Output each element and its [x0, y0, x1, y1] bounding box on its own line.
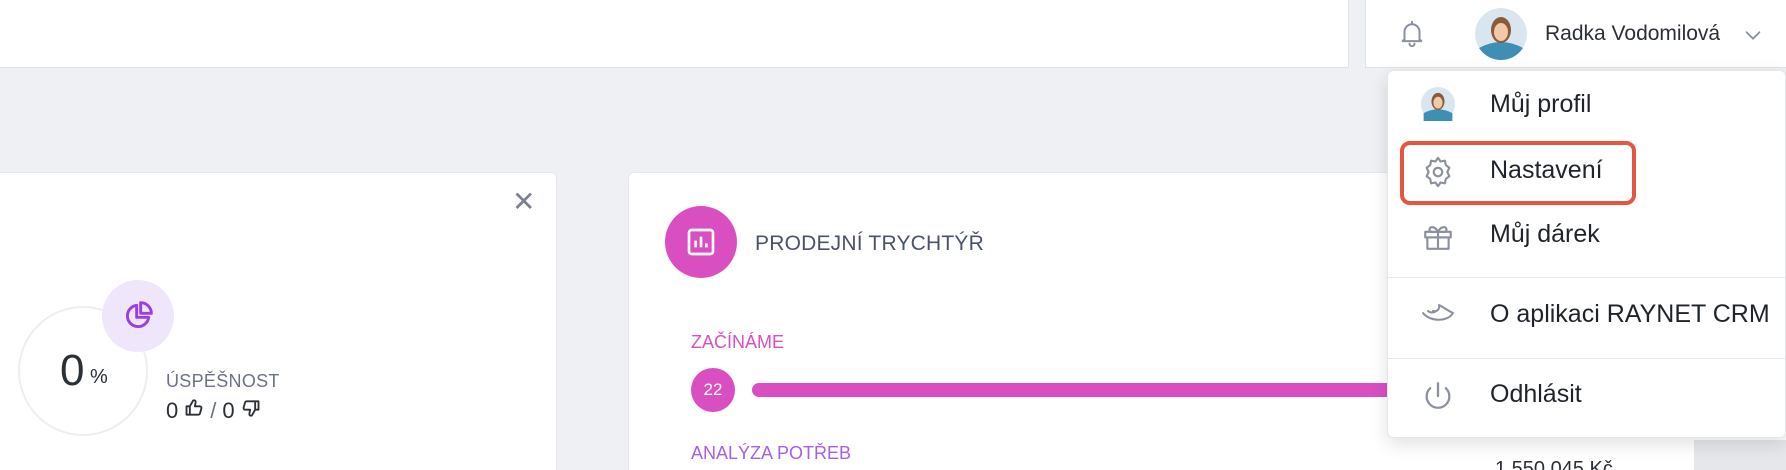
stage-value: 1 550 045 Kč	[1495, 458, 1613, 470]
power-icon	[1420, 378, 1456, 414]
menu-item-label[interactable]: O aplikaci RAYNET CRM	[1490, 300, 1770, 329]
topbar-left-panel	[0, 0, 1349, 68]
thumbs-up-icon	[184, 398, 204, 424]
scroll-strip	[1694, 440, 1786, 470]
menu-item-label[interactable]: Můj profil	[1490, 90, 1591, 119]
menu-divider	[1387, 358, 1786, 359]
funnel-chart-icon	[665, 206, 737, 278]
losses-count: 0	[222, 398, 235, 423]
avatar-icon	[1420, 86, 1456, 122]
success-label: ÚSPĚŠNOST	[166, 371, 280, 391]
close-icon[interactable]: ✕	[512, 188, 535, 216]
pie-chart-icon	[102, 280, 174, 352]
user-avatar[interactable]	[1475, 8, 1527, 60]
stage-label: ANALÝZA POTŘEB	[691, 443, 852, 463]
gift-icon	[1420, 218, 1456, 254]
thumbs-down-icon	[241, 398, 261, 424]
menu-item-label[interactable]: Můj dárek	[1490, 220, 1600, 249]
wins-count: 0	[166, 398, 179, 423]
success-values: 0 / 0	[166, 398, 261, 424]
stage-progress-bar	[752, 383, 1412, 397]
menu-item-label[interactable]: Odhlásit	[1490, 380, 1582, 409]
separator: /	[210, 398, 217, 423]
chevron-down-icon[interactable]	[1742, 24, 1764, 46]
stage-label: ZAČÍNÁME	[691, 332, 785, 352]
menu-divider	[1387, 277, 1786, 278]
percent-sign: %	[90, 366, 108, 388]
bell-icon[interactable]	[1397, 18, 1427, 48]
settings-highlight-box	[1400, 141, 1636, 205]
stage-count-badge: 22	[691, 368, 735, 412]
funnel-title: PRODEJNÍ TRYCHTÝŘ	[755, 232, 984, 255]
raynet-logo-icon	[1420, 296, 1456, 332]
user-name[interactable]: Radka Vodomilová	[1545, 22, 1720, 46]
success-percent: 0	[60, 346, 85, 395]
